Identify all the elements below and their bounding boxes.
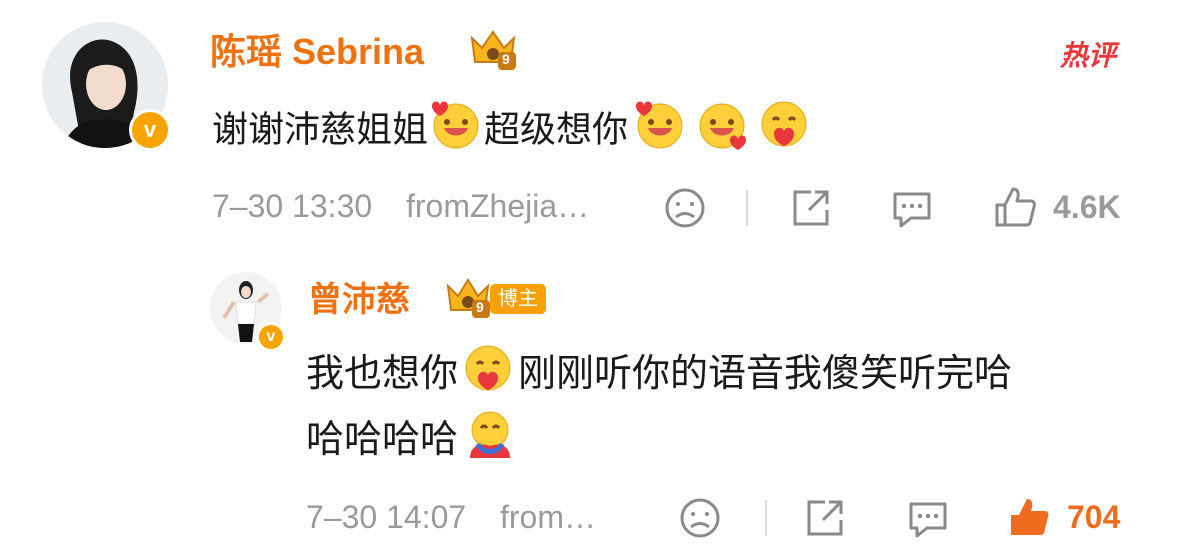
reply-text-line1: 我也想你 刚刚听你的语音我傻笑听完哈 <box>306 342 1012 410</box>
reply-button[interactable] <box>905 496 951 540</box>
verified-badge: v <box>129 109 171 151</box>
hugging-emoji-icon <box>464 408 516 476</box>
like-icon-active <box>1011 499 1049 535</box>
blogger-tag: 博主 <box>490 284 546 314</box>
share-icon <box>793 190 829 226</box>
reply-button[interactable] <box>889 186 935 230</box>
divider <box>765 500 767 536</box>
dislike-icon <box>665 188 705 228</box>
replier-name[interactable]: 曾沛慈 <box>308 278 410 322</box>
dislike-icon <box>680 498 720 538</box>
comment-location: fromZhejia… <box>406 188 590 224</box>
comment-timestamp: 7–30 13:30 <box>212 188 373 224</box>
shy-love-emoji-icon <box>428 98 484 166</box>
hug-heart-emoji-icon <box>460 342 516 410</box>
hot-comment-badge: 热评 <box>1060 40 1117 71</box>
shy-love-emoji-icon <box>694 98 750 166</box>
reply-icon <box>893 192 931 228</box>
reply-location: from… <box>500 499 596 535</box>
comment-text: 谢谢沛慈姐姐 超级想你 <box>212 98 812 166</box>
shy-love-emoji-icon <box>632 98 688 166</box>
like-button[interactable]: 704 <box>1007 494 1120 540</box>
like-count: 704 <box>1067 498 1121 535</box>
dislike-button[interactable] <box>663 186 707 230</box>
level-crown-icon: 9 <box>442 276 494 320</box>
verified-badge: v <box>256 322 286 352</box>
share-icon <box>807 500 843 536</box>
share-button[interactable] <box>803 496 847 540</box>
divider <box>746 190 748 226</box>
hug-heart-emoji-icon <box>756 98 812 166</box>
reply-timestamp: 7–30 14:07 <box>306 499 467 535</box>
like-count: 4.6K <box>1053 188 1121 225</box>
level-crown-icon: 9 <box>466 28 520 72</box>
like-button[interactable]: 4.6K <box>993 184 1121 230</box>
commenter-name[interactable]: 陈瑶 Sebrina <box>210 30 424 74</box>
reply-icon <box>909 502 947 538</box>
dislike-button[interactable] <box>678 496 722 540</box>
reply-text-line2: 哈哈哈哈 <box>306 408 516 476</box>
like-icon <box>995 187 1036 227</box>
share-button[interactable] <box>789 186 833 230</box>
